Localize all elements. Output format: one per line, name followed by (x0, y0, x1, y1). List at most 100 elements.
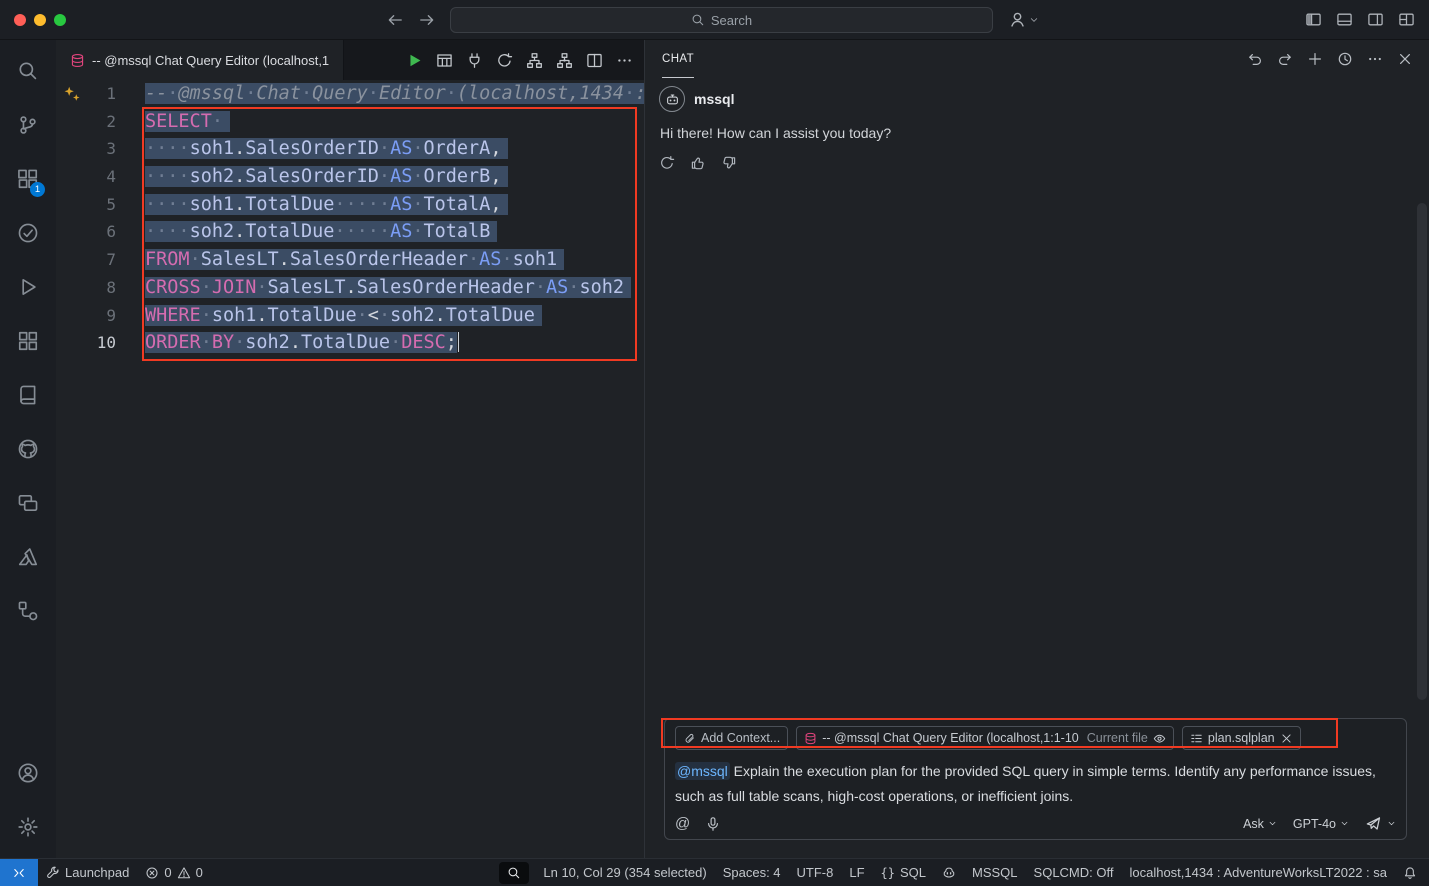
unhelpful-button[interactable] (717, 151, 741, 175)
toggle-primary-sidebar-icon[interactable] (1305, 11, 1322, 28)
toggle-panel-icon[interactable] (1336, 11, 1353, 28)
status-mssql-provider[interactable]: MSSQL (964, 859, 1026, 886)
connect-button[interactable] (460, 46, 488, 74)
command-center-search[interactable]: Search (450, 7, 993, 33)
paperclip-icon (683, 732, 696, 745)
tab-chat[interactable]: CHAT (662, 40, 694, 78)
status-remote-indicator[interactable] (0, 859, 38, 886)
activity-item-azure[interactable] (4, 530, 52, 584)
line-number: 5 (56, 191, 145, 219)
activity-item-app-grid[interactable] (4, 314, 52, 368)
chat-close-button[interactable] (1393, 47, 1417, 71)
message-text: Hi there! How can I assist you today? (660, 125, 1413, 141)
chat-input-box[interactable]: Add Context... -- @mssql Chat Query Edito… (664, 718, 1407, 840)
code-line-1[interactable]: --·@mssql·Chat·Query·Editor·(localhost,1… (145, 80, 644, 108)
status-launchpad[interactable]: Launchpad (38, 859, 137, 886)
badge: 1 (30, 182, 45, 197)
chat-history-button[interactable] (1333, 47, 1357, 71)
customize-layout-icon[interactable] (1398, 11, 1415, 28)
chat-redo-button[interactable] (1273, 47, 1297, 71)
enable-actual-plan-button[interactable] (550, 46, 578, 74)
chat-undo-button[interactable] (1243, 47, 1267, 71)
status-language-mode[interactable]: {}SQL (873, 859, 934, 886)
mic-icon[interactable] (705, 816, 721, 832)
chat-header: CHAT (645, 40, 1429, 78)
scrollbar-thumb[interactable] (1417, 203, 1427, 700)
window-controls (14, 14, 66, 26)
activity-item-settings[interactable] (4, 800, 52, 854)
activity-item-search[interactable] (4, 44, 52, 98)
status-cursor-position[interactable]: Ln 10, Col 29 (354 selected) (535, 859, 714, 886)
mention-chip[interactable]: @mssql (675, 762, 730, 780)
code-line-5[interactable]: ····soh1.TotalDue·····AS·TotalA, (145, 191, 644, 219)
copilot-sparkle-icon[interactable] (63, 85, 81, 103)
model-selector[interactable]: GPT-4o (1293, 817, 1349, 831)
editor-group: -- @mssql Chat Query Editor (localhost,1… (56, 40, 644, 858)
nav-back-icon[interactable] (386, 11, 404, 29)
code-line-2[interactable]: SELECT· (145, 108, 644, 136)
regenerate-button[interactable] (655, 151, 679, 175)
status-problems[interactable]: 00 (137, 859, 210, 886)
chat-new-chat-button[interactable] (1303, 47, 1327, 71)
message-author: mssql (694, 91, 734, 107)
more-actions-button[interactable] (610, 46, 638, 74)
status-search-indicator[interactable] (499, 862, 529, 884)
change-connection-button[interactable] (490, 46, 518, 74)
status-sqlcmd[interactable]: SQLCMD: Off (1026, 859, 1122, 886)
window-close-button[interactable] (14, 14, 26, 26)
activity-item-github[interactable] (4, 422, 52, 476)
chat-more-button[interactable] (1363, 47, 1387, 71)
status-indentation[interactable]: Spaces: 4 (715, 859, 789, 886)
activity-item-extensions[interactable]: 1 (4, 152, 52, 206)
mode-selector[interactable]: Ask (1243, 817, 1277, 831)
activity-item-source-control[interactable] (4, 98, 52, 152)
activity-item-remote-explorer[interactable] (4, 476, 52, 530)
window-minimize-button[interactable] (34, 14, 46, 26)
activity-item-run-debug[interactable] (4, 260, 52, 314)
mention-button[interactable]: @ (675, 815, 690, 832)
status-bar: Launchpad00 Ln 10, Col 29 (354 selected)… (0, 858, 1429, 886)
activity-item-testing[interactable] (4, 206, 52, 260)
prompt-text: Explain the execution plan for the provi… (675, 763, 1376, 804)
code-line-6[interactable]: ····soh2.TotalDue·····AS·TotalB (145, 218, 644, 246)
run-query-button[interactable] (400, 46, 428, 74)
add-context[interactable]: Add Context... (675, 726, 788, 750)
code-line-3[interactable]: ····soh1.SalesOrderID·AS·OrderA, (145, 135, 644, 163)
code-line-9[interactable]: WHERE·soh1.TotalDue·<·soh2.TotalDue (145, 302, 644, 330)
nav-forward-icon[interactable] (418, 11, 436, 29)
eye-icon[interactable] (1153, 732, 1166, 745)
send-icon (1365, 815, 1382, 832)
status-notifications[interactable] (1395, 859, 1425, 886)
line-number: 7 (56, 246, 145, 274)
status-eol[interactable]: LF (841, 859, 872, 886)
line-number: 9 (56, 302, 145, 330)
tab-query-editor[interactable]: -- @mssql Chat Query Editor (localhost,1 (56, 40, 344, 80)
text-cursor (458, 332, 460, 352)
show-results-button[interactable] (430, 46, 458, 74)
activity-bar: 1 (0, 40, 56, 858)
activity-item-sql-database-projects[interactable] (4, 584, 52, 638)
activity-item-docs[interactable] (4, 368, 52, 422)
code-line-7[interactable]: FROM·SalesLT.SalesOrderHeader·AS·soh1 (145, 246, 644, 274)
code-line-4[interactable]: ····soh2.SalesOrderID·AS·OrderB, (145, 163, 644, 191)
helpful-button[interactable] (686, 151, 710, 175)
activity-item-account[interactable] (4, 746, 52, 800)
code-line-10[interactable]: ORDER·BY·soh2.TotalDue·DESC; (145, 329, 644, 357)
estimated-plan-button[interactable] (520, 46, 548, 74)
tabbar: -- @mssql Chat Query Editor (localhost,1 (56, 40, 644, 80)
context-plan-file[interactable]: plan.sqlplan (1182, 726, 1301, 750)
window-zoom-button[interactable] (54, 14, 66, 26)
status-copilot-status[interactable] (934, 859, 964, 886)
toggle-secondary-sidebar-icon[interactable] (1367, 11, 1384, 28)
code-line-8[interactable]: CROSS·JOIN·SalesLT.SalesOrderHeader·AS·s… (145, 274, 644, 302)
split-editor-button[interactable] (580, 46, 608, 74)
account-menu[interactable] (1008, 10, 1039, 29)
status-encoding[interactable]: UTF-8 (789, 859, 842, 886)
code-editor[interactable]: 12345678910 --·@mssql·Chat·Query·Editor·… (56, 80, 644, 858)
send-button[interactable] (1365, 815, 1396, 832)
context-row: Add Context... -- @mssql Chat Query Edito… (675, 726, 1396, 750)
chat-prompt[interactable]: @mssql Explain the execution plan for th… (675, 759, 1396, 809)
context-current-file[interactable]: -- @mssql Chat Query Editor (localhost,1… (796, 726, 1174, 750)
status-connection[interactable]: localhost,1434 : AdventureWorksLT2022 : … (1121, 859, 1395, 886)
remove-context-icon[interactable] (1280, 732, 1293, 745)
